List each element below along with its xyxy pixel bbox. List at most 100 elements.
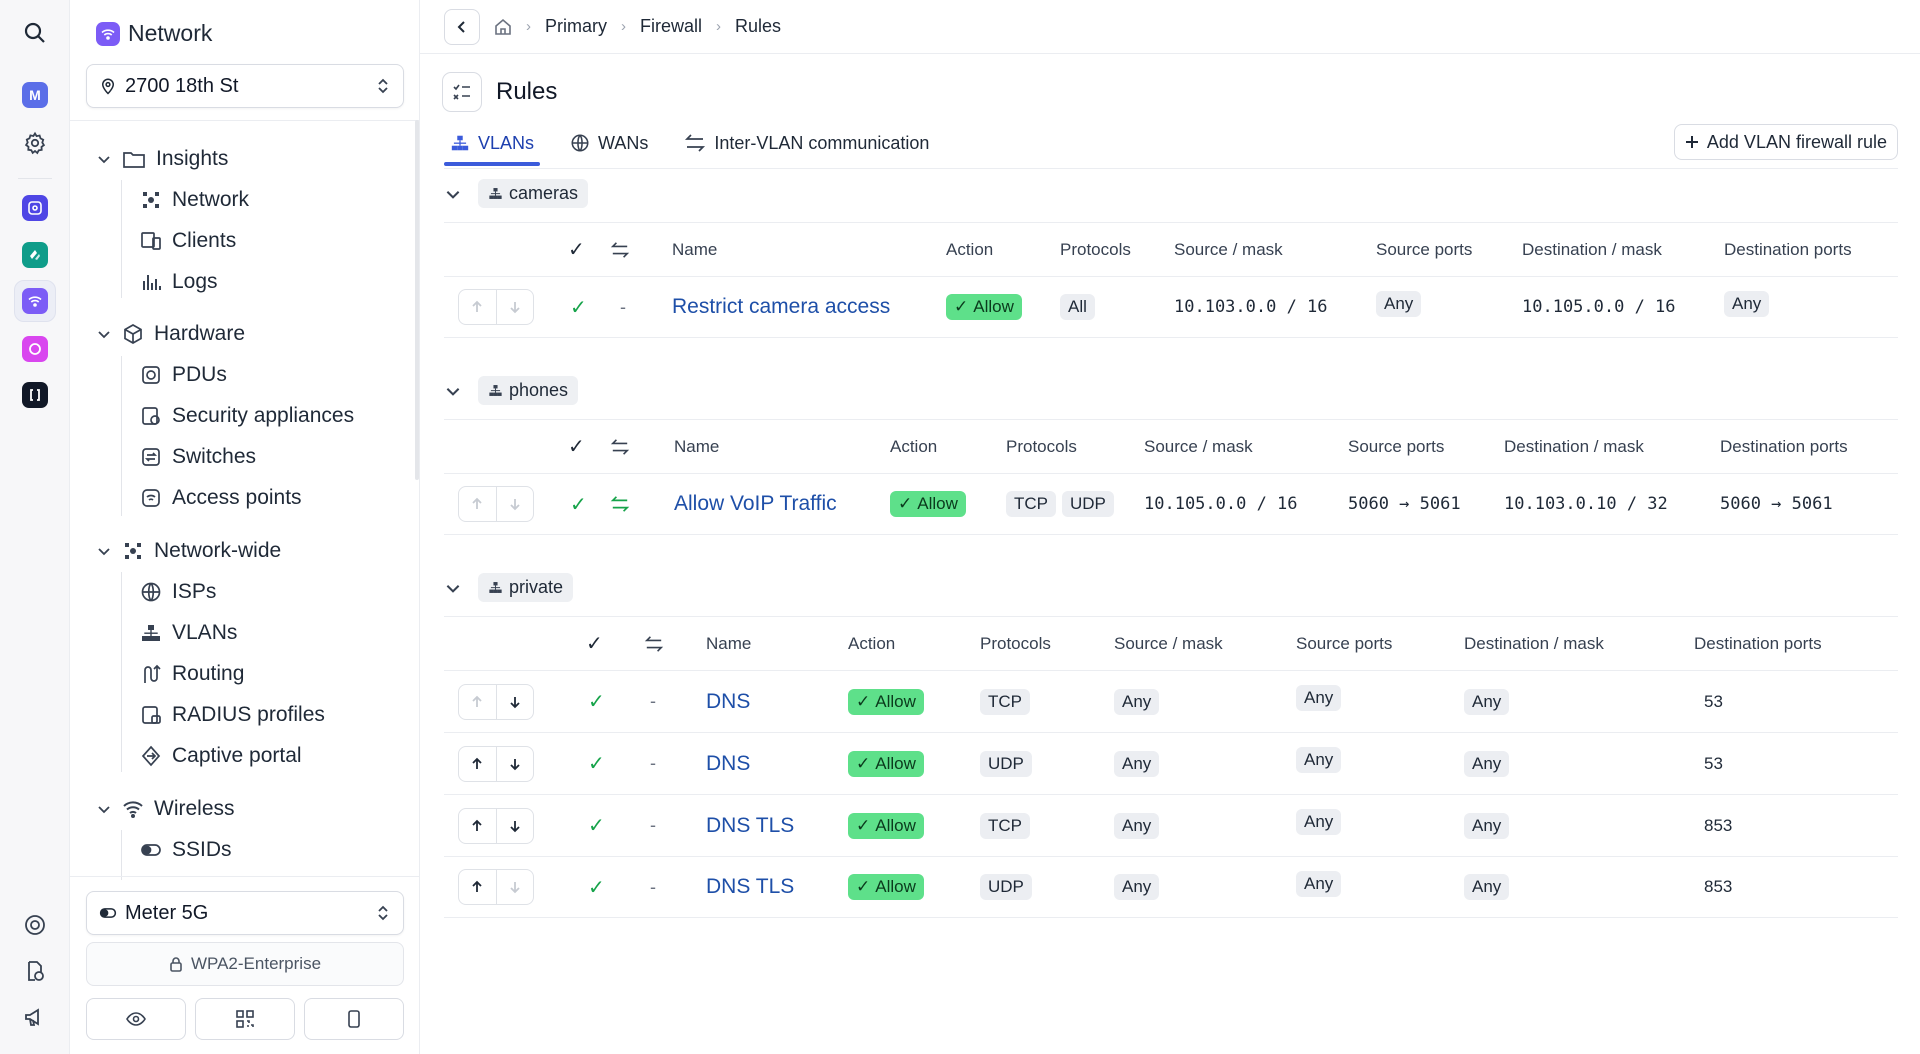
reorder-control	[458, 857, 534, 917]
move-down-button[interactable]	[495, 808, 534, 843]
column-header-protocols[interactable]: Protocols	[1060, 223, 1131, 276]
chevron-down-icon[interactable]	[444, 382, 462, 400]
sidebar-item-logs[interactable]: Logs	[140, 270, 218, 294]
breadcrumb-rules: Rules	[735, 16, 782, 36]
column-header-action[interactable]: Action	[946, 223, 993, 276]
column-header-name[interactable]: Name	[672, 223, 717, 276]
nav-group-wireless[interactable]: Wireless	[96, 797, 235, 821]
settings-button[interactable]	[14, 122, 56, 164]
sidebar-item-clients[interactable]: Clients	[140, 229, 236, 253]
move-up-button[interactable]	[459, 290, 496, 324]
location-select[interactable]: 2700 18th St	[86, 64, 404, 108]
table-row[interactable]: ✓ - DNS TLS ✓ Allow TCP Any Any Any 853	[444, 794, 1898, 856]
add-vlan-rule-button[interactable]: Add VLAN firewall rule	[1673, 124, 1898, 160]
show-password-button[interactable]	[86, 998, 186, 1040]
search-button[interactable]	[14, 12, 56, 54]
help-button[interactable]	[14, 904, 56, 946]
rule-name-link[interactable]: Allow VoIP Traffic	[674, 474, 837, 534]
chevron-down-icon[interactable]	[444, 185, 462, 203]
sidebar-item-routing[interactable]: Routing	[140, 662, 244, 686]
rule-name-link[interactable]: Restrict camera access	[672, 277, 890, 337]
column-header-source-ports[interactable]: Source ports	[1348, 420, 1444, 473]
sidebar-item-network[interactable]: Network	[140, 188, 249, 212]
tab-vlans[interactable]: VLANs	[444, 124, 541, 166]
sidebar-item-ssids[interactable]: SSIDs	[140, 838, 232, 862]
arrows-swap-icon	[685, 134, 706, 152]
enabled-check-icon: ✓	[570, 493, 587, 516]
column-header-destination-mask[interactable]: Destination / mask	[1522, 223, 1662, 276]
ssid-select[interactable]: Meter 5G	[86, 891, 404, 935]
mobile-button[interactable]	[304, 998, 404, 1040]
sidebar-item-captive-portal[interactable]: Captive portal	[140, 744, 302, 768]
table-row[interactable]: ✓ - DNS ✓ Allow TCP Any Any Any 53	[444, 670, 1898, 732]
column-header-source-mask[interactable]: Source / mask	[1114, 617, 1223, 670]
back-button[interactable]	[444, 8, 480, 45]
sidebar-item-switches[interactable]: Switches	[140, 445, 256, 469]
move-down-button[interactable]	[495, 290, 534, 324]
column-header-protocols[interactable]: Protocols	[1006, 420, 1077, 473]
arrow-up-icon	[472, 300, 482, 312]
docs-button[interactable]	[14, 950, 56, 992]
qr-code-button[interactable]	[195, 998, 295, 1040]
nav-group-network-wide[interactable]: Network-wide	[96, 539, 281, 563]
sidebar-item-isps[interactable]: ISPs	[140, 580, 216, 604]
sidebar-item-security-appliances[interactable]: Security appliances	[140, 404, 354, 428]
tab-inter-vlan[interactable]: Inter-VLAN communication	[678, 124, 935, 162]
move-down-button[interactable]	[495, 684, 534, 719]
sidebar-scrollbar[interactable]	[415, 120, 419, 480]
account-button[interactable]: M	[14, 74, 56, 116]
move-up-button[interactable]	[459, 685, 496, 719]
column-header-source-mask[interactable]: Source / mask	[1144, 420, 1253, 473]
enabled-column-icon: ✓	[568, 239, 585, 261]
breadcrumb-primary[interactable]: Primary	[545, 16, 607, 37]
move-up-button[interactable]	[459, 870, 496, 904]
move-up-button[interactable]	[459, 747, 496, 781]
move-up-button[interactable]	[459, 487, 496, 521]
column-header-destination-mask[interactable]: Destination / mask	[1504, 420, 1644, 473]
column-header-source-mask[interactable]: Source / mask	[1174, 223, 1283, 276]
rail-app-brackets[interactable]	[14, 374, 56, 416]
column-header-action[interactable]: Action	[890, 420, 937, 473]
breadcrumb-firewall[interactable]: Firewall	[640, 16, 702, 37]
captive-portal-icon	[141, 745, 161, 767]
move-up-button[interactable]	[459, 809, 496, 843]
table-row[interactable]: ✓ - Restrict camera access ✓ Allow All 1…	[444, 276, 1898, 338]
column-header-protocols[interactable]: Protocols	[980, 617, 1051, 670]
home-icon[interactable]	[494, 18, 512, 36]
column-header-source-ports[interactable]: Source ports	[1296, 617, 1392, 670]
rail-app-network[interactable]	[14, 280, 56, 322]
sidebar-item-vlans[interactable]: VLANs	[140, 621, 237, 645]
rail-app-connect[interactable]	[14, 234, 56, 276]
column-header-destination-ports[interactable]: Destination ports	[1724, 223, 1852, 276]
column-header-action[interactable]: Action	[848, 617, 895, 670]
column-header-destination-ports[interactable]: Destination ports	[1720, 420, 1848, 473]
nav-group-hardware[interactable]: Hardware	[96, 322, 245, 346]
tab-wans[interactable]: WANs	[564, 124, 654, 162]
column-header-destination-mask[interactable]: Destination / mask	[1464, 617, 1604, 670]
column-header-source-ports[interactable]: Source ports	[1376, 223, 1472, 276]
column-header-name[interactable]: Name	[674, 420, 719, 473]
column-header-name[interactable]: Name	[706, 617, 751, 670]
rule-name-link[interactable]: DNS	[706, 671, 750, 732]
chevron-down-icon[interactable]	[444, 579, 462, 597]
nav-group-insights[interactable]: Insights	[96, 147, 228, 171]
rule-name-link[interactable]: DNS	[706, 733, 750, 794]
sidebar-item-radius-profiles[interactable]: RADIUS profiles	[140, 703, 325, 727]
column-header-destination-ports[interactable]: Destination ports	[1694, 617, 1822, 670]
announcements-button[interactable]	[14, 996, 56, 1038]
rule-name-link[interactable]: DNS TLS	[706, 795, 794, 856]
table-row[interactable]: ✓ - DNS TLS ✓ Allow UDP Any Any Any 853	[444, 856, 1898, 918]
rule-name-link[interactable]: DNS TLS	[706, 857, 794, 917]
rail-app-camera[interactable]	[14, 328, 56, 370]
table-row[interactable]: ✓ Allow VoIP Traffic ✓ Allow TCP UDP 10.1…	[444, 473, 1898, 535]
move-down-button[interactable]	[495, 487, 534, 521]
sidebar-item-access-points[interactable]: Access points	[140, 486, 302, 510]
move-down-button[interactable]	[495, 746, 534, 781]
sidebar-item-pdus[interactable]: PDUs	[140, 363, 227, 387]
move-down-button[interactable]	[495, 870, 534, 904]
toggle-icon	[99, 908, 117, 918]
reorder-control	[458, 671, 534, 732]
rail-app-command[interactable]	[14, 187, 56, 229]
protocols-cell: TCP	[980, 671, 1036, 732]
table-row[interactable]: ✓ - DNS ✓ Allow UDP Any Any Any 53	[444, 732, 1898, 794]
